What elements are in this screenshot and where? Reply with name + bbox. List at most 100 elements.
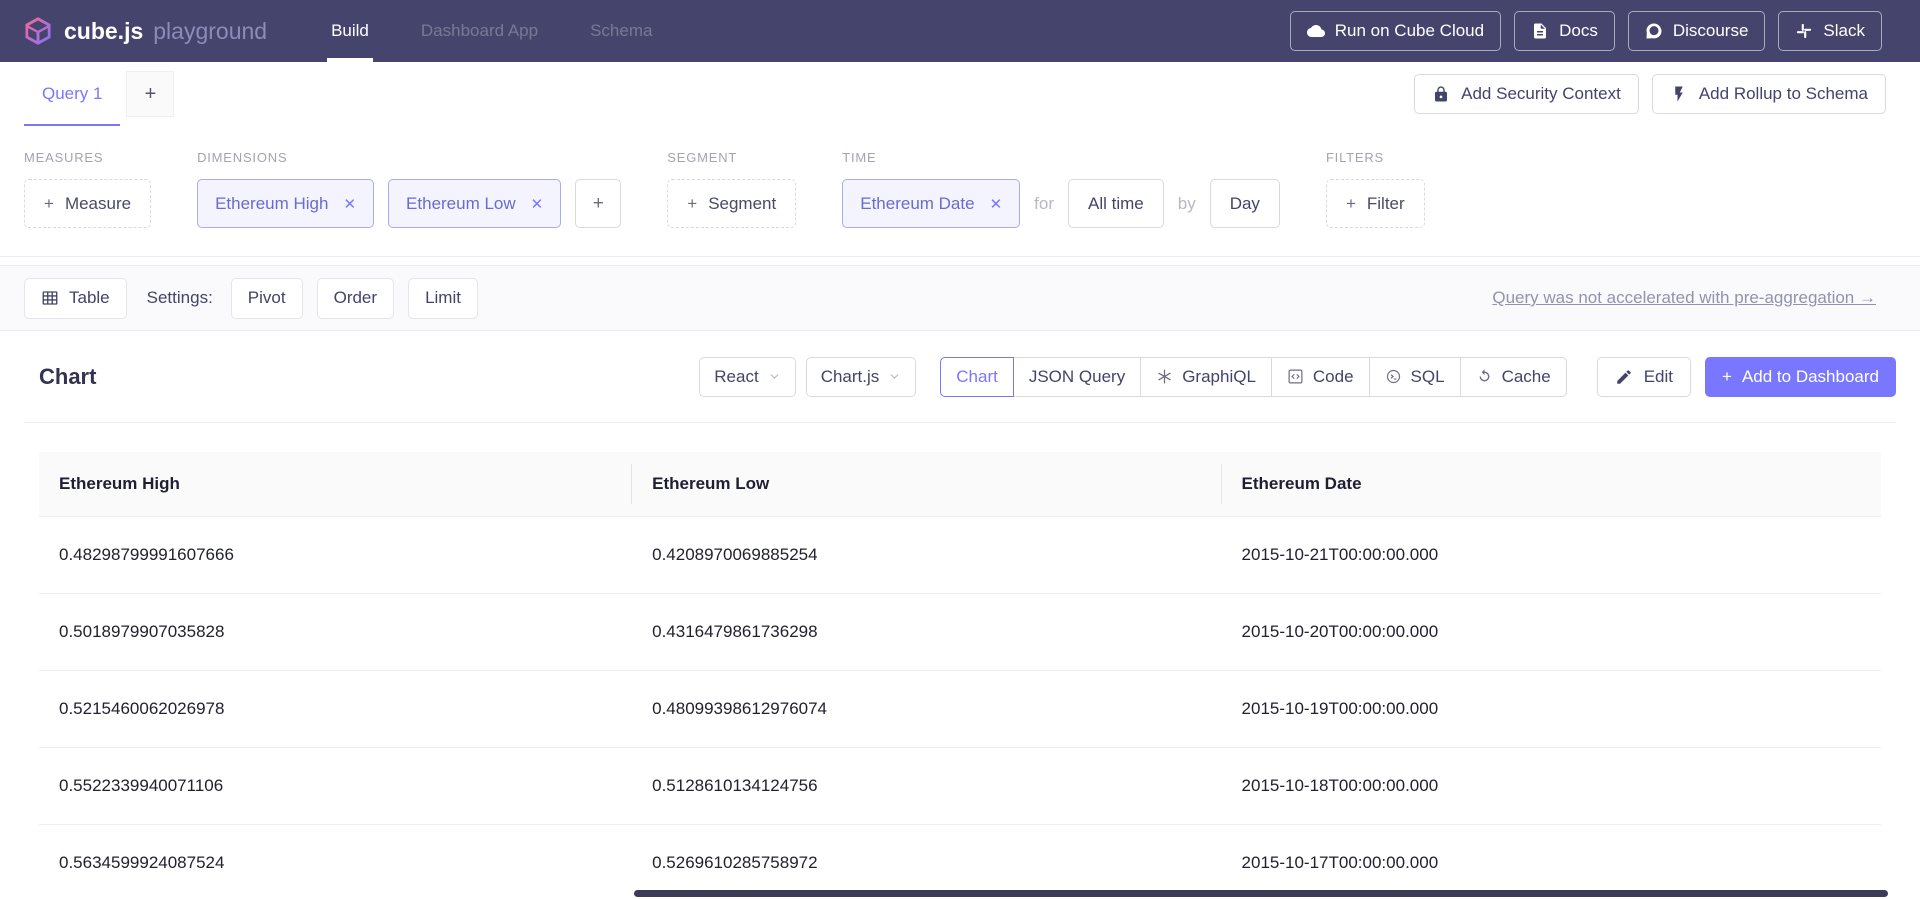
table-row: 0.5215460062026978 0.48099398612976074 2…: [39, 671, 1881, 748]
table-view-label: Table: [69, 288, 110, 308]
view-cache-label: Cache: [1502, 367, 1551, 387]
docs-button[interactable]: Docs: [1514, 11, 1615, 51]
for-connector: for: [1034, 194, 1054, 214]
slack-button[interactable]: Slack: [1778, 11, 1882, 51]
library-value: Chart.js: [821, 367, 880, 387]
cell-ethereum-low: 0.5128610134124756: [632, 748, 1221, 824]
nav-item-build[interactable]: Build: [331, 0, 369, 62]
add-dimension-button[interactable]: +: [575, 179, 621, 228]
add-to-dashboard-label: Add to Dashboard: [1742, 367, 1879, 387]
run-on-cube-cloud-label: Run on Cube Cloud: [1335, 21, 1484, 41]
view-sql-button[interactable]: SQL: [1369, 357, 1461, 397]
view-graphiql-label: GraphiQL: [1182, 367, 1256, 387]
chip-label: Ethereum Low: [406, 194, 516, 214]
add-rollup-to-schema-label: Add Rollup to Schema: [1699, 84, 1868, 104]
discourse-button[interactable]: Discourse: [1628, 11, 1766, 51]
view-chart-button[interactable]: Chart: [940, 357, 1014, 397]
close-icon[interactable]: ✕: [531, 195, 544, 213]
time-chip-ethereum-date[interactable]: Ethereum Date ✕: [842, 179, 1020, 228]
dimension-chip-ethereum-low[interactable]: Ethereum Low ✕: [388, 179, 561, 228]
nav-item-dashboard-app[interactable]: Dashboard App: [421, 0, 538, 62]
column-header-ethereum-low[interactable]: Ethereum Low: [632, 452, 1221, 516]
graphiql-icon: [1156, 368, 1173, 385]
pre-aggregation-link[interactable]: Query was not accelerated with pre-aggre…: [1492, 288, 1876, 308]
plus-icon: +: [1722, 367, 1732, 387]
view-code-label: Code: [1313, 367, 1354, 387]
time-label: TIME: [842, 150, 1280, 165]
date-range-button[interactable]: All time: [1068, 179, 1164, 228]
table-view-button[interactable]: Table: [24, 278, 127, 319]
view-json-query-button[interactable]: JSON Query: [1013, 357, 1141, 397]
library-select[interactable]: Chart.js: [806, 357, 917, 397]
edit-pencil-icon: [1615, 368, 1633, 386]
framework-select[interactable]: React: [699, 357, 795, 397]
tab-query-1[interactable]: Query 1: [24, 62, 120, 126]
table-row: 0.5522339940071106 0.5128610134124756 20…: [39, 748, 1881, 825]
add-query-tab-button[interactable]: +: [126, 71, 174, 117]
cloud-icon: [1307, 22, 1325, 40]
horizontal-scrollbar-thumb[interactable]: [634, 890, 1888, 897]
measures-group: MEASURES + Measure: [24, 150, 151, 228]
cell-ethereum-date: 2015-10-18T00:00:00.000: [1222, 748, 1881, 824]
run-on-cube-cloud-button[interactable]: Run on Cube Cloud: [1290, 11, 1501, 51]
sql-icon: [1385, 368, 1402, 385]
cell-ethereum-low: 0.5269610285758972: [632, 825, 1221, 899]
column-header-ethereum-high[interactable]: Ethereum High: [39, 452, 632, 516]
cell-ethereum-high: 0.5522339940071106: [39, 748, 632, 824]
add-segment-button[interactable]: + Segment: [667, 179, 796, 228]
add-rollup-to-schema-button[interactable]: Add Rollup to Schema: [1652, 74, 1886, 114]
bolt-icon: [1670, 85, 1688, 103]
brand[interactable]: cube.js playground: [22, 15, 267, 47]
brand-suffix: playground: [153, 18, 267, 45]
add-filter-button[interactable]: + Filter: [1326, 179, 1425, 228]
code-icon: [1287, 368, 1304, 385]
limit-button[interactable]: Limit: [408, 278, 478, 319]
settings-label: Settings:: [147, 288, 213, 308]
view-cache-button[interactable]: Cache: [1460, 357, 1567, 397]
cell-ethereum-date: 2015-10-19T00:00:00.000: [1222, 671, 1881, 747]
query-builder: MEASURES + Measure DIMENSIONS Ethereum H…: [0, 126, 1920, 257]
chevron-down-icon: [768, 370, 781, 383]
filters-label: FILTERS: [1326, 150, 1425, 165]
segment-group: SEGMENT + Segment: [667, 150, 796, 228]
view-code-button[interactable]: Code: [1271, 357, 1370, 397]
close-icon[interactable]: ✕: [343, 195, 356, 213]
cell-ethereum-high: 0.48298799991607666: [39, 517, 632, 593]
chevron-down-icon: [888, 370, 901, 383]
view-graphiql-button[interactable]: GraphiQL: [1140, 357, 1272, 397]
cell-ethereum-low: 0.48099398612976074: [632, 671, 1221, 747]
time-group: TIME Ethereum Date ✕ for All time by Day: [842, 150, 1280, 228]
cell-ethereum-low: 0.4316479861736298: [632, 594, 1221, 670]
dimensions-group: DIMENSIONS Ethereum High ✕ Ethereum Low …: [197, 150, 621, 228]
column-header-ethereum-date[interactable]: Ethereum Date: [1222, 452, 1881, 516]
granularity-button[interactable]: Day: [1210, 179, 1280, 228]
brand-name: cube.js: [64, 18, 143, 45]
dimension-chip-ethereum-high[interactable]: Ethereum High ✕: [197, 179, 374, 228]
tab-query-1-label: Query 1: [42, 84, 102, 104]
table-row: 0.5018979907035828 0.4316479861736298 20…: [39, 594, 1881, 671]
pivot-button[interactable]: Pivot: [231, 278, 303, 319]
order-button[interactable]: Order: [317, 278, 394, 319]
table-row: 0.5634599924087524 0.5269610285758972 20…: [39, 825, 1881, 899]
close-icon[interactable]: ✕: [990, 195, 1003, 213]
docs-icon: [1531, 22, 1549, 40]
table-grid-icon: [41, 289, 59, 307]
add-measure-label: Measure: [65, 194, 131, 214]
nav-item-schema[interactable]: Schema: [590, 0, 652, 62]
add-security-context-button[interactable]: Add Security Context: [1414, 74, 1639, 114]
chart-card-header: Chart React Chart.js Chart JSON Query Gr…: [24, 331, 1896, 423]
measures-label: MEASURES: [24, 150, 151, 165]
cell-ethereum-date: 2015-10-17T00:00:00.000: [1222, 825, 1881, 899]
edit-label: Edit: [1644, 367, 1673, 387]
cell-ethereum-high: 0.5215460062026978: [39, 671, 632, 747]
add-measure-button[interactable]: + Measure: [24, 179, 151, 228]
slack-label: Slack: [1823, 21, 1865, 41]
view-sql-label: SQL: [1411, 367, 1445, 387]
top-navbar: cube.js playground Build Dashboard App S…: [0, 0, 1920, 62]
plus-icon: +: [687, 194, 697, 214]
edit-button[interactable]: Edit: [1597, 357, 1691, 397]
cell-ethereum-date: 2015-10-21T00:00:00.000: [1222, 517, 1881, 593]
cell-ethereum-date: 2015-10-20T00:00:00.000: [1222, 594, 1881, 670]
chip-label: Ethereum High: [215, 194, 328, 214]
add-to-dashboard-button[interactable]: + Add to Dashboard: [1705, 357, 1896, 397]
